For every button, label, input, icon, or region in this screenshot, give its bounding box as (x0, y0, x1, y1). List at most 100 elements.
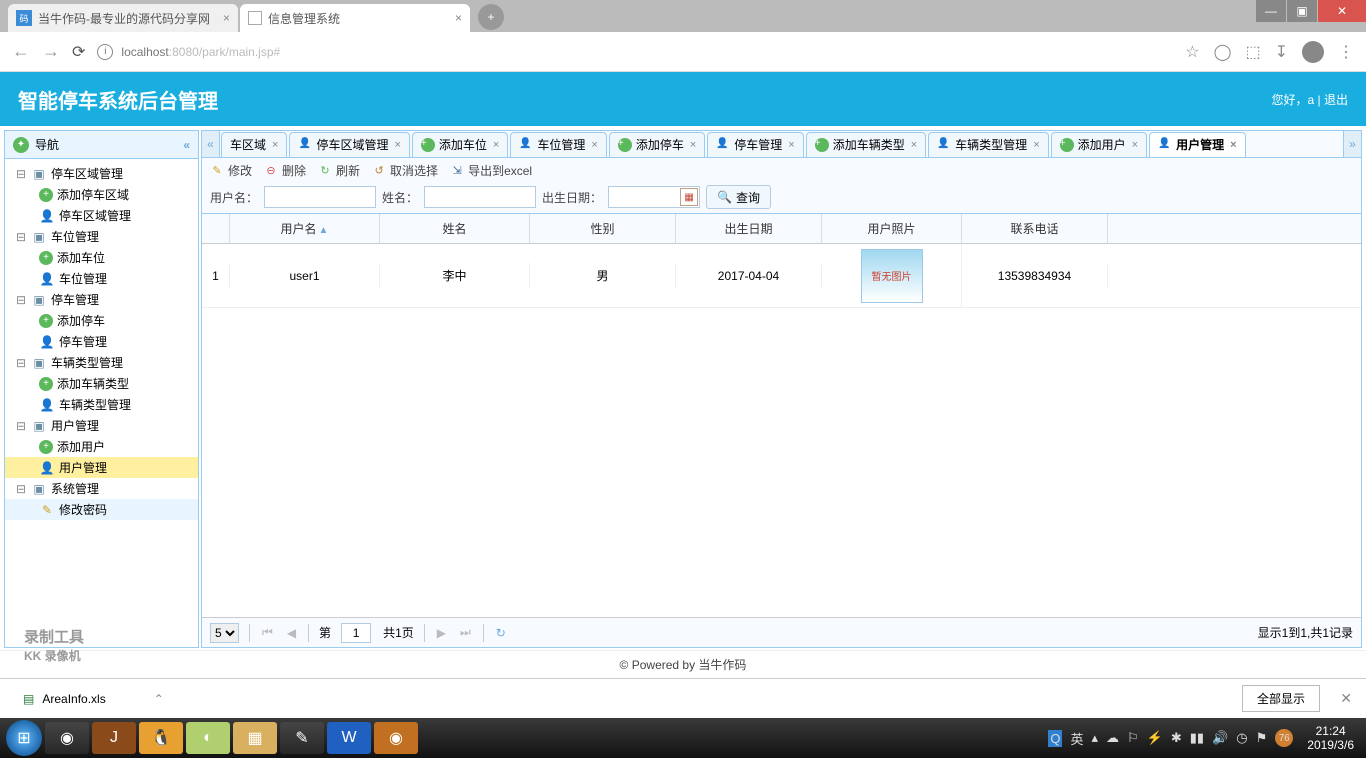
tree-node[interactable]: +添加车位 (5, 247, 198, 268)
last-page-button[interactable]: ⏭ (458, 625, 473, 640)
taskbar-app[interactable]: J (92, 722, 136, 754)
tab-close-icon[interactable]: × (272, 139, 278, 151)
logout-link[interactable]: 退出 (1324, 93, 1348, 107)
star-icon[interactable]: ☆ (1185, 42, 1199, 62)
tree-node[interactable]: ⊟▣车辆类型管理 (5, 352, 198, 373)
content-tab[interactable]: 👤车位管理× (510, 132, 606, 158)
browser-tab-1[interactable]: 码 当牛作码-最专业的源代码分享网 × (8, 4, 238, 32)
export-button[interactable]: ⇲导出到excel (450, 162, 532, 179)
extension-icon[interactable]: ↧ (1275, 42, 1288, 62)
content-tab[interactable]: +添加用户× (1051, 132, 1147, 158)
content-tab[interactable]: +添加车位× (412, 132, 508, 158)
col-phone[interactable]: 联系电话 (962, 214, 1108, 243)
tray-network-icon[interactable]: ▮▮ (1190, 730, 1204, 746)
reload-button[interactable]: ⟳ (72, 42, 85, 62)
taskbar-app[interactable]: ◐ (186, 722, 230, 754)
tab-close-icon[interactable]: × (1033, 139, 1039, 151)
tab-scroll-right[interactable]: » (1343, 131, 1361, 157)
forward-button[interactable]: → (42, 41, 60, 62)
tree-node[interactable]: +添加用户 (5, 436, 198, 457)
tab-close-icon[interactable]: × (1230, 139, 1236, 151)
first-page-button[interactable]: ⏮ (260, 625, 275, 640)
tab-close-icon[interactable]: × (394, 139, 400, 151)
col-username[interactable]: 用户名▲ (230, 214, 380, 243)
chevron-up-icon[interactable]: ⌃ (154, 692, 164, 706)
tree-node[interactable]: ⊟▣系统管理 (5, 478, 198, 499)
search-button[interactable]: 🔍 查询 (706, 185, 771, 209)
show-all-downloads-button[interactable]: 全部显示 (1242, 685, 1320, 712)
extension-icon[interactable]: ◯ (1214, 42, 1232, 62)
tree-node[interactable]: 👤停车区域管理 (5, 205, 198, 226)
minimize-button[interactable]: — (1256, 0, 1286, 22)
content-tab[interactable]: +添加车辆类型× (806, 132, 926, 158)
tree-node[interactable]: 👤停车管理 (5, 331, 198, 352)
prev-page-button[interactable]: ◀ (285, 626, 298, 640)
toggle-icon[interactable]: ⊟ (15, 293, 27, 307)
page-number-input[interactable] (341, 623, 371, 643)
tab-close-icon[interactable]: × (591, 139, 597, 151)
tab-close-icon[interactable]: × (788, 139, 794, 151)
close-bar-button[interactable]: ✕ (1340, 690, 1352, 707)
toggle-icon[interactable]: ⊟ (15, 230, 27, 244)
site-info-icon[interactable]: i (97, 44, 113, 60)
tray-ime[interactable]: 英 (1070, 729, 1083, 748)
url-field[interactable]: i localhost:8080/park/main.jsp# (97, 44, 1173, 60)
taskbar-explorer[interactable]: ▦ (233, 722, 277, 754)
profile-icon[interactable] (1302, 41, 1324, 63)
taskbar-app[interactable]: ✎ (280, 722, 324, 754)
tab-close-icon[interactable]: × (690, 139, 696, 151)
tree-node[interactable]: ⊟▣车位管理 (5, 226, 198, 247)
refresh-button[interactable]: ↻刷新 (318, 162, 360, 179)
tree-node[interactable]: ✎修改密码 (5, 499, 198, 520)
calendar-icon[interactable]: ▦ (680, 188, 698, 206)
col-photo[interactable]: 用户照片 (822, 214, 962, 243)
tab-close-icon[interactable]: × (223, 11, 230, 25)
tree-node[interactable]: ⊟▣停车管理 (5, 289, 198, 310)
download-item[interactable]: ▤ AreaInfo.xls ⌃ (16, 687, 185, 711)
search-name-input[interactable] (424, 186, 536, 208)
maximize-button[interactable]: ▣ (1287, 0, 1317, 22)
toggle-icon[interactable]: ⊟ (15, 482, 27, 496)
tray-icon[interactable]: ☁ (1106, 730, 1119, 746)
content-tab[interactable]: +添加停车× (609, 132, 705, 158)
extension-icon[interactable]: ⬚ (1245, 42, 1260, 62)
tab-scroll-left[interactable]: « (202, 131, 220, 157)
taskbar-app[interactable]: ◉ (374, 722, 418, 754)
tree-node[interactable]: 👤用户管理 (5, 457, 198, 478)
toggle-icon[interactable]: ⊟ (15, 356, 27, 370)
toggle-icon[interactable]: ⊟ (15, 167, 27, 181)
start-button[interactable]: ⊞ (6, 720, 42, 756)
tray-icon[interactable]: ⚑ (1256, 730, 1268, 746)
new-tab-button[interactable]: + (478, 4, 504, 30)
content-tab[interactable]: 👤用户管理× (1149, 132, 1245, 158)
tree-node[interactable]: ⊟▣停车区域管理 (5, 163, 198, 184)
tree-node[interactable]: 👤车辆类型管理 (5, 394, 198, 415)
content-tab[interactable]: 车区域× (221, 132, 287, 158)
taskbar-app[interactable]: 🐧 (139, 722, 183, 754)
col-birthdate[interactable]: 出生日期 (676, 214, 822, 243)
tree-node[interactable]: +添加停车区域 (5, 184, 198, 205)
search-username-input[interactable] (264, 186, 376, 208)
taskbar-app[interactable]: W (327, 722, 371, 754)
browser-tab-2[interactable]: 信息管理系统 × (240, 4, 470, 32)
next-page-button[interactable]: ▶ (435, 626, 448, 640)
tab-close-icon[interactable]: × (455, 11, 462, 25)
content-tab[interactable]: 👤停车区域管理× (289, 132, 409, 158)
tray-icon[interactable]: ▴ (1092, 730, 1099, 746)
collapse-icon[interactable]: « (183, 138, 190, 152)
page-size-select[interactable]: 5 (210, 623, 239, 643)
tree-node[interactable]: +添加停车 (5, 310, 198, 331)
content-tab[interactable]: 👤停车管理× (707, 132, 803, 158)
table-row[interactable]: 1user1李中男2017-04-04暂无图片13539834934 (202, 244, 1361, 308)
taskbar-clock[interactable]: 21:24 2019/3/6 (1307, 724, 1354, 752)
tray-icon[interactable]: 76 (1275, 729, 1293, 747)
menu-icon[interactable]: ⋮ (1338, 42, 1354, 62)
tray-icon[interactable]: ◷ (1236, 730, 1247, 746)
taskbar-chrome[interactable]: ◉ (45, 722, 89, 754)
col-sex[interactable]: 性别 (530, 214, 676, 243)
tab-close-icon[interactable]: × (911, 139, 917, 151)
edit-button[interactable]: ✎修改 (210, 162, 252, 179)
tree-node[interactable]: 👤车位管理 (5, 268, 198, 289)
pager-refresh-button[interactable]: ↻ (494, 626, 508, 640)
tray-volume-icon[interactable]: 🔊 (1212, 730, 1228, 746)
